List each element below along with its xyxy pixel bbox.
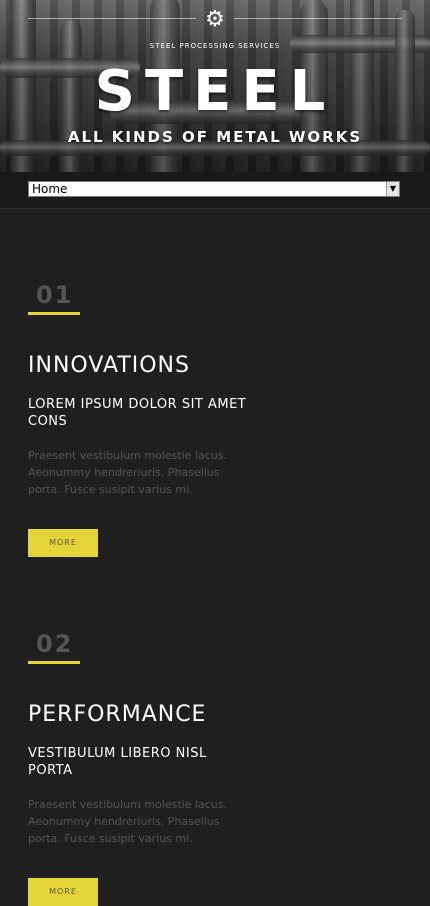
section-number: 02 bbox=[36, 630, 74, 658]
header-banner: ⚙ STEEL PROCESSING SERVICES STEEL ALL KI… bbox=[0, 0, 430, 172]
section-performance: 02 PERFORMANCE VESTIBULUM LIBERO NISL PO… bbox=[28, 629, 408, 906]
more-button[interactable]: MORE bbox=[28, 529, 98, 557]
gear-icon: ⚙ bbox=[205, 7, 225, 32]
header-tagline: STEEL PROCESSING SERVICES bbox=[149, 42, 281, 50]
section-body: Praesent vestibulum molestie lacus. Aeon… bbox=[28, 449, 227, 496]
site-logo[interactable]: STEEL bbox=[0, 62, 430, 122]
more-button[interactable]: MORE bbox=[28, 878, 98, 906]
section-innovations: 01 INNOVATIONS LOREM IPSUM DOLOR SIT AME… bbox=[28, 280, 408, 557]
section-title: PERFORMANCE bbox=[28, 702, 207, 727]
chevron-down-icon[interactable]: ▼ bbox=[386, 182, 399, 196]
section-number: 01 bbox=[36, 281, 74, 309]
nav-select-value: Home bbox=[32, 182, 68, 196]
section-subtitle: LOREM IPSUM DOLOR SIT AMET CONS bbox=[28, 397, 247, 429]
section-number-underline bbox=[28, 661, 80, 664]
section-title: INNOVATIONS bbox=[28, 353, 190, 378]
header-rule-right bbox=[234, 18, 402, 19]
section-body: Praesent vestibulum molestie lacus. Aeon… bbox=[28, 798, 227, 845]
section-subtitle: VESTIBULUM LIBERO NISL PORTA bbox=[28, 746, 207, 778]
header-rule-left bbox=[28, 18, 196, 19]
nav-select[interactable]: Home ▼ bbox=[28, 181, 400, 197]
section-number-underline bbox=[28, 312, 80, 315]
header-subtitle: ALL KINDS OF METAL WORKS bbox=[67, 128, 363, 146]
navigation-bar: Home ▼ bbox=[0, 172, 430, 209]
